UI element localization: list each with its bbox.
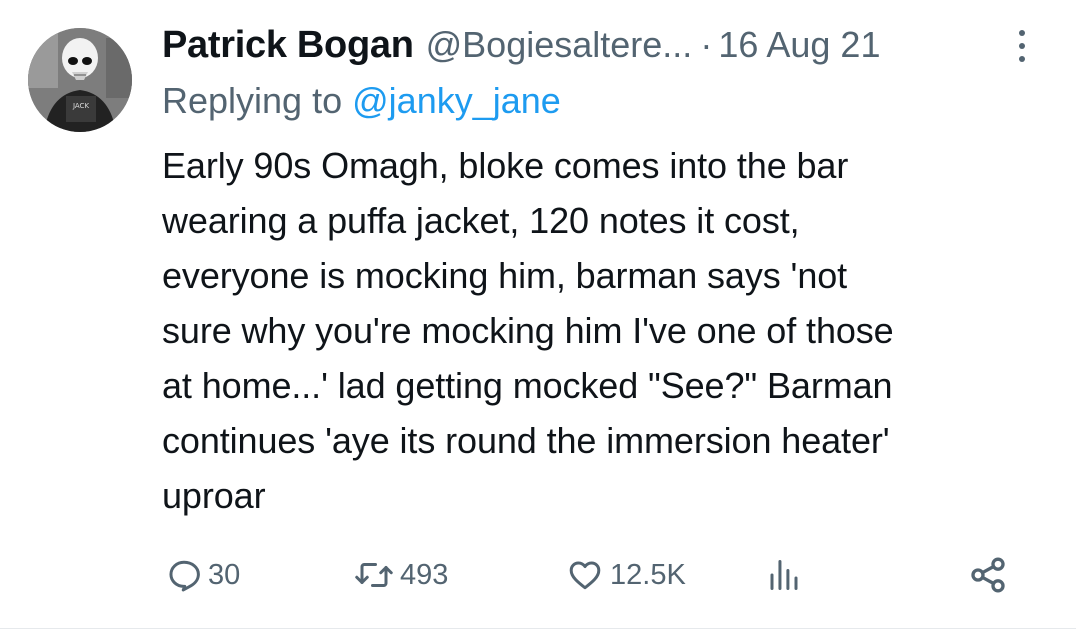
analytics-icon bbox=[770, 560, 798, 590]
share-button[interactable] bbox=[968, 552, 1008, 598]
retweet-button[interactable]: 493 bbox=[354, 552, 448, 598]
author-name[interactable]: Patrick Bogan bbox=[162, 24, 414, 67]
retweet-icon bbox=[355, 563, 393, 587]
avatar[interactable]: JACK bbox=[28, 28, 132, 132]
reply-count: 30 bbox=[208, 558, 241, 591]
avatar-image: JACK bbox=[28, 28, 132, 132]
replying-to: Replying to @janky_jane bbox=[162, 80, 561, 122]
replying-to-label: Replying to bbox=[162, 80, 343, 121]
like-button[interactable]: 12.5K bbox=[566, 552, 686, 598]
replying-to-handle[interactable]: @janky_jane bbox=[352, 80, 561, 121]
tweet-header: Patrick Bogan @Bogiesaltere... · 16 Aug … bbox=[162, 22, 1042, 68]
like-count: 12.5K bbox=[610, 558, 686, 591]
more-options-icon bbox=[1019, 30, 1025, 62]
tweet-date[interactable]: 16 Aug 21 bbox=[718, 24, 880, 66]
tweet-text: Early 90s Omagh, bloke comes into the ba… bbox=[162, 145, 894, 516]
heart-icon bbox=[569, 561, 601, 590]
tweet[interactable]: JACK Patrick Bogan @Bogiesaltere... · 16… bbox=[0, 0, 1076, 634]
author-handle[interactable]: @Bogiesaltere... bbox=[426, 24, 693, 66]
tweet-actions: 30 493 12.5K bbox=[162, 552, 1022, 598]
retweet-count: 493 bbox=[400, 558, 449, 591]
reply-button[interactable]: 30 bbox=[166, 552, 240, 598]
svg-text:JACK: JACK bbox=[72, 102, 89, 110]
share-icon bbox=[971, 557, 1005, 593]
divider bbox=[0, 628, 1076, 629]
header-separator: · bbox=[700, 24, 713, 65]
views-button[interactable] bbox=[766, 552, 802, 598]
more-options-button[interactable] bbox=[1010, 26, 1034, 66]
reply-icon bbox=[169, 560, 200, 592]
